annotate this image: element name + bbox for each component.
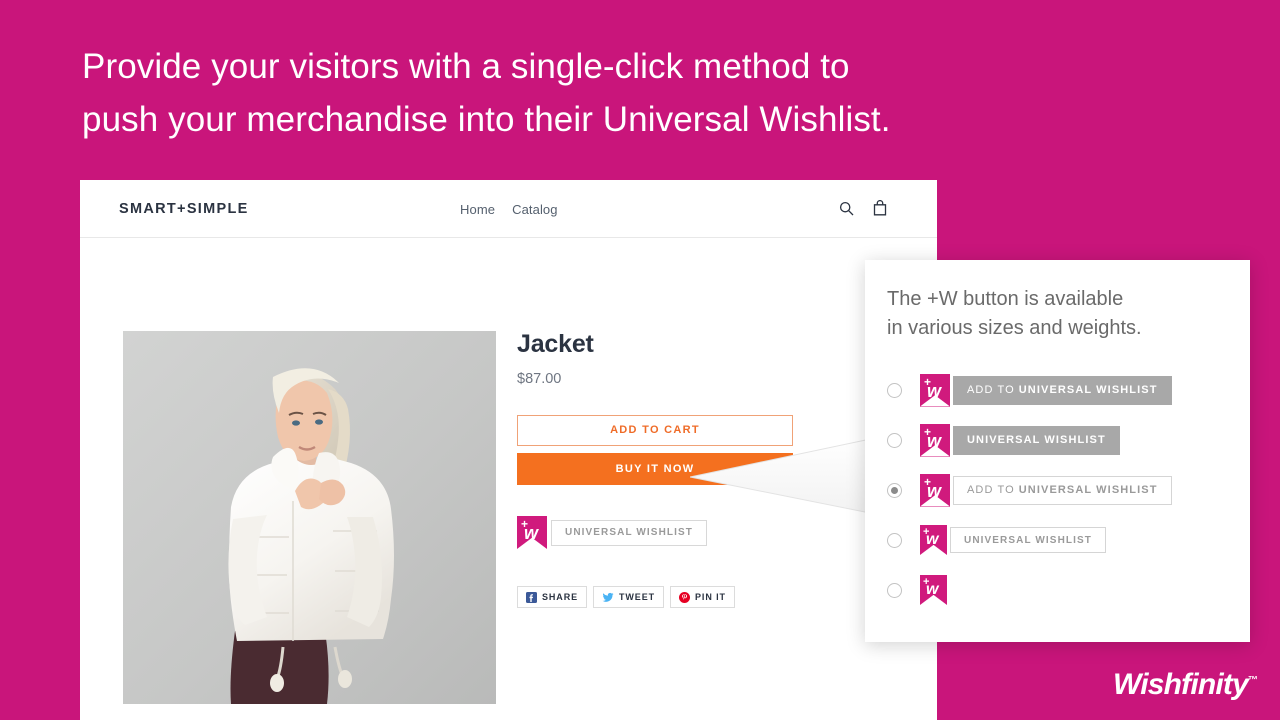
- variant-label-3: ADD TO UNIVERSAL WISHLIST: [953, 475, 1172, 505]
- wishfinity-plus-w-badge-icon: + w: [920, 423, 950, 457]
- variant-option-3[interactable]: + w ADD TO UNIVERSAL WISHLIST: [887, 465, 1232, 515]
- variant-preview-2: + w UNIVERSAL WISHLIST: [920, 423, 1120, 457]
- variant-option-2[interactable]: + w UNIVERSAL WISHLIST: [887, 415, 1232, 465]
- search-icon[interactable]: [839, 201, 854, 216]
- callout-heading: The +W button is available in various si…: [887, 285, 1217, 343]
- variant-radio-5[interactable]: [887, 582, 902, 598]
- variant-label-1: ADD TO UNIVERSAL WISHLIST: [953, 375, 1172, 405]
- product-price: $87.00: [517, 371, 562, 387]
- nav-item-home[interactable]: Home: [460, 202, 495, 217]
- wishfinity-plus-w-badge-icon: + w: [517, 516, 547, 549]
- wishfinity-logo: Wishfinity™: [1113, 668, 1258, 702]
- callout-pointer: [690, 437, 880, 549]
- headline-line-1: Provide your visitors with a single-clic…: [82, 47, 850, 86]
- variant-label-text-4: UNIVERSAL WISHLIST: [964, 534, 1092, 546]
- badge-w-letter: w: [926, 581, 939, 598]
- variant-option-4[interactable]: + w UNIVERSAL WISHLIST: [887, 515, 1232, 565]
- pinterest-pin-label: PIN IT: [695, 592, 726, 602]
- shopping-bag-icon[interactable]: [873, 200, 887, 216]
- wishfinity-plus-w-badge-icon: + w: [920, 373, 950, 407]
- social-share-row: SHARE TWEET PIN IT: [517, 586, 735, 608]
- variant-radio-1[interactable]: [887, 382, 902, 398]
- twitter-tweet-label: TWEET: [619, 592, 656, 602]
- twitter-tweet-button[interactable]: TWEET: [593, 586, 665, 608]
- badge-w-letter: w: [927, 480, 942, 501]
- variant-option-5[interactable]: + w: [887, 565, 1232, 615]
- twitter-icon: [602, 592, 614, 603]
- facebook-share-button[interactable]: SHARE: [517, 586, 588, 608]
- nav-item-catalog[interactable]: Catalog: [512, 202, 558, 217]
- universal-wishlist-button[interactable]: + w UNIVERSAL WISHLIST: [517, 516, 707, 549]
- facebook-share-label: SHARE: [542, 592, 579, 602]
- store-logo: SMART+SIMPLE: [119, 201, 249, 217]
- badge-w-letter: w: [927, 380, 942, 401]
- pinterest-icon: [679, 591, 691, 603]
- variant-preview-5: + w: [920, 575, 947, 605]
- variant-radio-3[interactable]: [887, 482, 902, 498]
- wishfinity-plus-w-badge-icon: + w: [920, 575, 947, 605]
- badge-w-letter: w: [926, 531, 939, 548]
- badge-w-letter: w: [524, 523, 539, 543]
- variant-label-prefix-3: ADD TO: [967, 484, 1015, 496]
- wishfinity-wordmark: Wishfinity: [1112, 668, 1249, 701]
- variant-label-text-3: UNIVERSAL WISHLIST: [1018, 484, 1158, 496]
- headline-line-2: push your merchandise into their Univers…: [82, 100, 891, 139]
- variant-label-prefix-1: ADD TO: [967, 384, 1015, 396]
- badge-w-letter: w: [927, 430, 942, 451]
- variant-option-1[interactable]: + w ADD TO UNIVERSAL WISHLIST: [887, 365, 1232, 415]
- variant-preview-4: + w UNIVERSAL WISHLIST: [920, 525, 1106, 555]
- callout-line-2: in various sizes and weights.: [887, 317, 1142, 339]
- header-icons: [839, 200, 887, 216]
- variant-label-4: UNIVERSAL WISHLIST: [950, 527, 1106, 553]
- product-title: Jacket: [517, 330, 594, 358]
- store-header: SMART+SIMPLE Home Catalog: [80, 180, 937, 238]
- wishlist-button-label: UNIVERSAL WISHLIST: [551, 519, 707, 546]
- variant-radio-4[interactable]: [887, 532, 902, 548]
- button-variant-options: + w ADD TO UNIVERSAL WISHLIST + w UNIVER…: [887, 365, 1232, 615]
- product-image: [123, 331, 496, 704]
- variant-label-2: UNIVERSAL WISHLIST: [953, 425, 1120, 455]
- variant-preview-3: + w ADD TO UNIVERSAL WISHLIST: [920, 473, 1172, 507]
- store-nav: Home Catalog: [460, 202, 558, 217]
- callout-panel: The +W button is available in various si…: [865, 260, 1250, 642]
- variant-radio-2[interactable]: [887, 432, 902, 448]
- facebook-icon: [526, 591, 537, 603]
- variant-label-text-2: UNIVERSAL WISHLIST: [967, 434, 1106, 446]
- callout-line-1: The +W button is available: [887, 288, 1124, 310]
- pinterest-pin-button[interactable]: PIN IT: [670, 586, 735, 608]
- trademark-symbol: ™: [1248, 675, 1258, 686]
- wishfinity-plus-w-badge-icon: + w: [920, 525, 947, 555]
- variant-preview-1: + w ADD TO UNIVERSAL WISHLIST: [920, 373, 1172, 407]
- variant-label-text-1: UNIVERSAL WISHLIST: [1018, 384, 1158, 396]
- page-headline: Provide your visitors with a single-clic…: [82, 40, 1112, 146]
- wishfinity-plus-w-badge-icon: + w: [920, 473, 950, 507]
